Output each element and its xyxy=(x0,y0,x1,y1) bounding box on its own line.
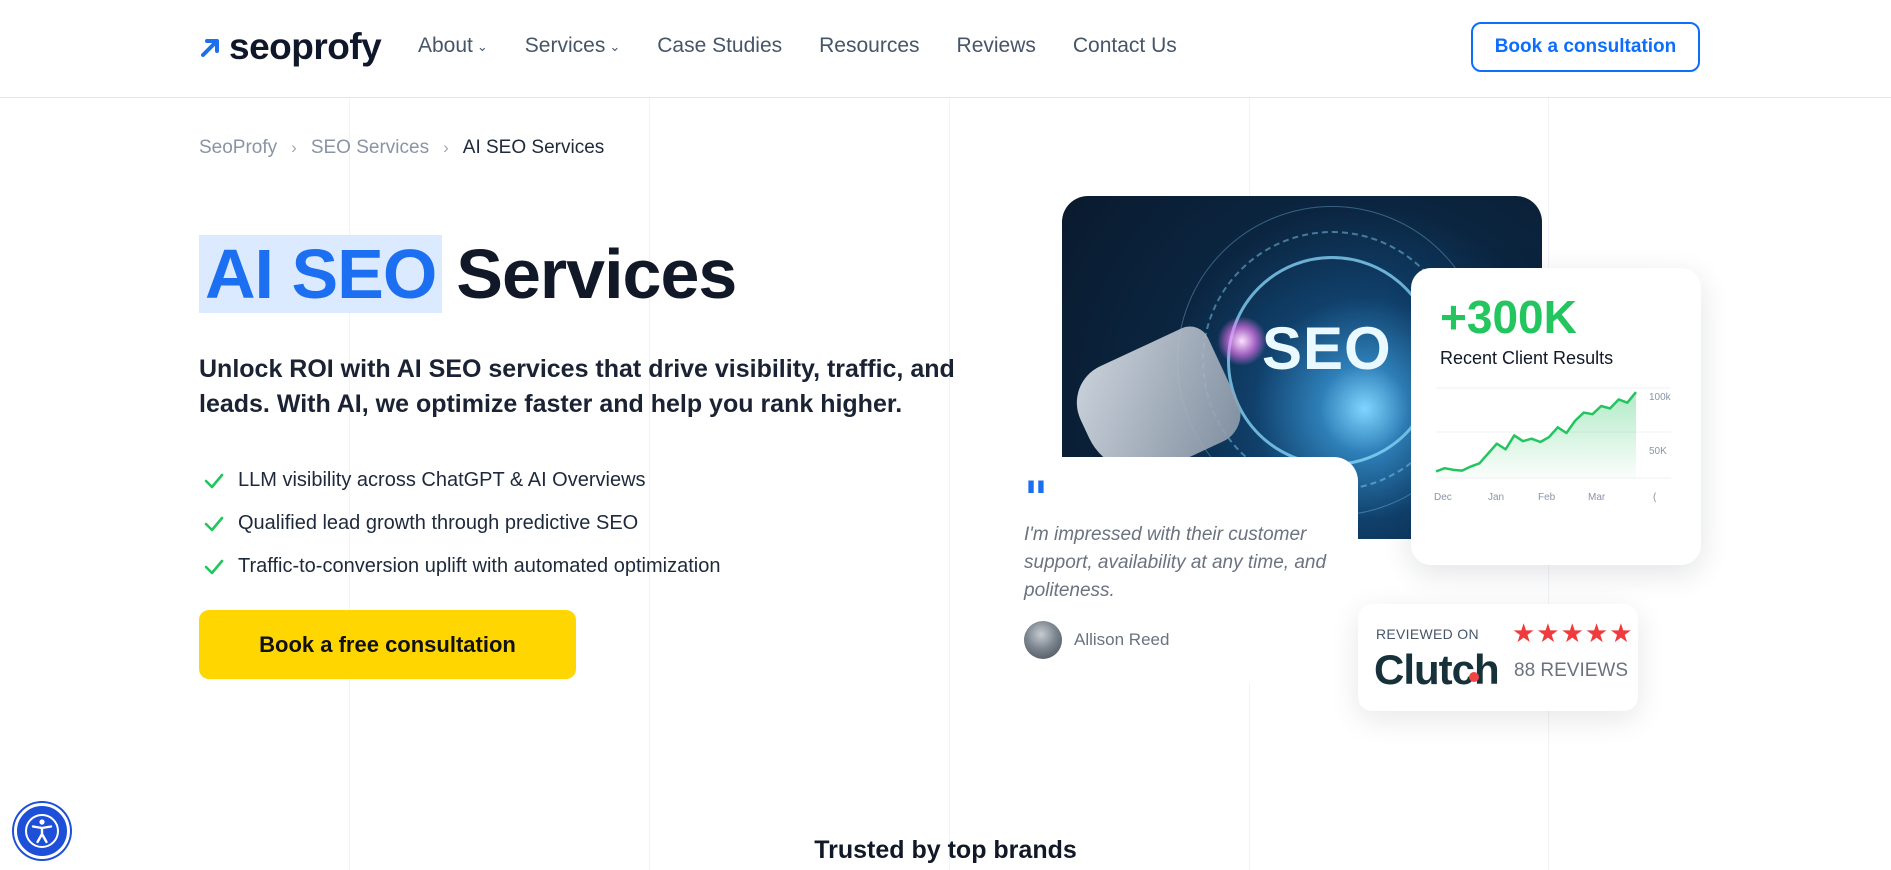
benefit-list: LLM visibility across ChatGPT & AI Overv… xyxy=(203,459,720,588)
nav-item-case-studies[interactable]: Case Studies xyxy=(657,34,782,58)
testimonial-card: " I'm impressed with their customer supp… xyxy=(1002,457,1358,683)
title-rest: Services xyxy=(456,235,737,313)
glow-graphic xyxy=(1217,316,1267,366)
breadcrumb-link-seo-services[interactable]: SEO Services xyxy=(311,137,429,159)
nav-item-label: Reviews xyxy=(956,34,1036,57)
list-item: Qualified lead growth through predictive… xyxy=(203,502,720,545)
nav-item-label: Resources xyxy=(819,34,920,57)
author-name: Allison Reed xyxy=(1074,630,1170,649)
breadcrumb-separator: › xyxy=(443,138,449,157)
clutch-logo: Clutch xyxy=(1374,646,1500,694)
checkmark-icon xyxy=(204,559,224,574)
chart-area xyxy=(1436,392,1636,478)
logo-text: seoprofy xyxy=(229,26,382,67)
accessibility-button[interactable] xyxy=(14,803,70,859)
breadcrumb-separator: › xyxy=(291,138,297,157)
star-rating: ★★★★★ xyxy=(1512,618,1634,648)
nav-item-about[interactable]: About ⌄ xyxy=(418,34,488,58)
review-count: 88 REVIEWS xyxy=(1514,660,1629,681)
grid-line xyxy=(949,98,950,870)
results-card: +300K Recent Client Results 100k 50K Dec Ja… xyxy=(1411,268,1701,565)
testimonial-author: Allison Reed xyxy=(1024,621,1169,659)
checkmark-icon xyxy=(204,473,224,488)
list-item: LLM visibility across ChatGPT & AI Overv… xyxy=(203,459,720,502)
page-title: AI SEO Services xyxy=(199,234,737,314)
testimonial-text: I'm impressed with their customer suppor… xyxy=(1024,524,1327,601)
nav-item-services[interactable]: Services ⌄ xyxy=(525,34,620,58)
chevron-down-icon: ⌄ xyxy=(609,39,621,54)
x-tick-label: ( xyxy=(1653,492,1657,503)
hero-subtitle: Unlock ROI with AI SEO services that dri… xyxy=(199,355,955,418)
logo-link[interactable]: seoprofy xyxy=(199,26,382,68)
clutch-logo-text: Clutch xyxy=(1374,646,1500,693)
list-item-text: Qualified lead growth through predictive… xyxy=(238,512,639,534)
chevron-down-icon: ⌄ xyxy=(476,39,488,54)
checkmark-icon xyxy=(204,516,224,531)
x-tick-label: Mar xyxy=(1588,492,1606,503)
results-value: +300K xyxy=(1440,291,1577,343)
clutch-logo-dot xyxy=(1468,672,1479,682)
nav-item-label: About xyxy=(418,34,473,57)
nav-item-reviews[interactable]: Reviews xyxy=(957,34,1036,58)
book-consultation-button[interactable]: Book a consultation xyxy=(1471,22,1700,72)
nav-item-label: Contact Us xyxy=(1072,34,1177,57)
results-label: Recent Client Results xyxy=(1440,348,1614,368)
reviewed-on-label: REVIEWED ON xyxy=(1376,626,1479,642)
nav-item-contact[interactable]: Contact Us xyxy=(1073,34,1177,58)
nav-item-resources[interactable]: Resources xyxy=(819,34,919,58)
quote-icon: " xyxy=(1024,471,1048,525)
list-item: Traffic-to-conversion uplift with automa… xyxy=(203,545,720,588)
breadcrumb-link-home[interactable]: SeoProfy xyxy=(199,137,277,159)
book-free-consultation-button[interactable]: Book a free consultation xyxy=(199,610,576,679)
site-header: seoprofy About ⌄ Services ⌄ Case Studies… xyxy=(0,0,1891,98)
nav-item-label: Case Studies xyxy=(657,34,783,57)
list-item-text: LLM visibility across ChatGPT & AI Overv… xyxy=(238,469,646,491)
results-chart: 100k 50K Dec Jan Feb Mar ( xyxy=(1434,387,1672,503)
x-tick-label: Feb xyxy=(1538,492,1556,503)
x-tick-label: Dec xyxy=(1434,492,1452,503)
breadcrumb-current: AI SEO Services xyxy=(462,137,605,158)
breadcrumb: SeoProfy › SEO Services › AI SEO Service… xyxy=(199,137,604,159)
y-tick-label: 50K xyxy=(1649,446,1667,457)
y-tick-label: 100k xyxy=(1649,392,1672,403)
image-text: SEO xyxy=(1262,315,1392,382)
avatar xyxy=(1024,621,1062,659)
trusted-heading: Trusted by top brands xyxy=(814,836,1077,864)
clutch-review-badge[interactable]: REVIEWED ON Clutch ★★★★★ 88 REVIEWS xyxy=(1358,604,1638,711)
list-item-text: Traffic-to-conversion uplift with automa… xyxy=(238,555,721,577)
logo-arrow-icon xyxy=(201,39,219,57)
title-highlight: AI SEO xyxy=(199,235,443,313)
x-tick-label: Jan xyxy=(1488,492,1504,503)
nav-item-label: Services xyxy=(524,34,606,57)
main-nav: About ⌄ Services ⌄ Case Studies Resource… xyxy=(418,34,1177,58)
accessibility-icon xyxy=(25,814,59,848)
